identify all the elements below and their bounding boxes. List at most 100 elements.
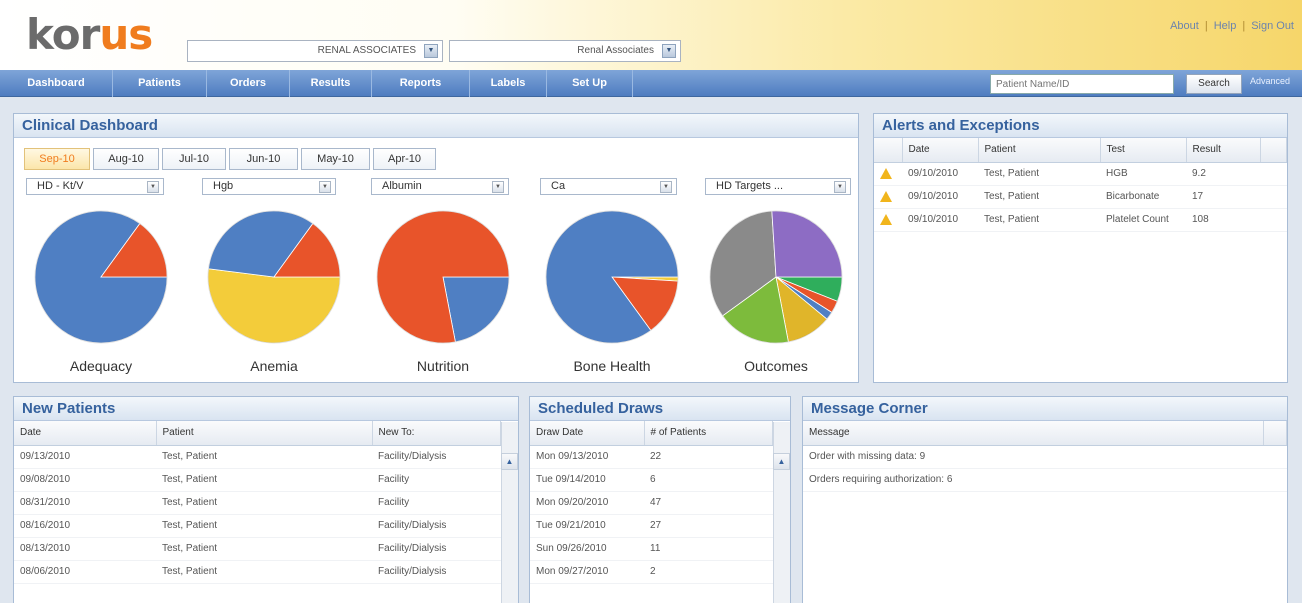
advanced-search-link[interactable]: Advanced xyxy=(1250,76,1290,86)
alert-date: 09/10/2010 xyxy=(902,208,978,232)
anemia-metric-select[interactable]: Hgb ▼ xyxy=(202,178,336,195)
new-patients-table: Date Patient New To: 09/13/2010 Test, Pat… xyxy=(14,421,501,584)
spacer-cell xyxy=(1260,208,1287,232)
warning-cell xyxy=(874,185,902,209)
help-link[interactable]: Help xyxy=(1214,20,1237,32)
new-patient-name: Test, Patient xyxy=(156,514,372,538)
column-header-draw-date[interactable]: Draw Date xyxy=(530,421,645,446)
column-header-test[interactable]: Test xyxy=(1100,138,1187,163)
logo-text-main: kor xyxy=(26,10,100,59)
panel-title: New Patients xyxy=(14,397,518,421)
table-row[interactable]: Order with missing data: 9 xyxy=(803,445,1287,469)
chevron-down-icon[interactable]: ▼ xyxy=(834,181,846,193)
outcomes-pie-chart[interactable] xyxy=(708,209,844,345)
column-header-result[interactable]: Result xyxy=(1186,138,1261,163)
bone-health-metric-value: Ca xyxy=(551,180,566,192)
message-text[interactable]: Orders requiring authorization: 6 xyxy=(803,468,1287,492)
tab-sep-10[interactable]: Sep-10 xyxy=(24,148,90,170)
alert-date: 09/10/2010 xyxy=(902,162,978,186)
organization-select[interactable]: RENAL ASSOCIATES ▼ xyxy=(187,40,443,62)
nav-reports[interactable]: Reports xyxy=(372,70,470,97)
tab-apr-10[interactable]: Apr-10 xyxy=(373,148,436,170)
draw-date: Mon 09/20/2010 xyxy=(530,491,644,515)
chevron-down-icon[interactable]: ▼ xyxy=(319,181,331,193)
scheduled-draws-scrollbar[interactable] xyxy=(773,422,790,603)
table-row[interactable]: Mon 09/20/2010 47 xyxy=(530,491,773,515)
scroll-up-icon[interactable]: ▲ xyxy=(773,453,790,470)
tab-jul-10[interactable]: Jul-10 xyxy=(162,148,226,170)
alert-test: HGB xyxy=(1100,162,1186,186)
outcomes-metric-select[interactable]: HD Targets ... ▼ xyxy=(705,178,851,195)
pie-slice[interactable] xyxy=(771,210,843,278)
draw-count: 6 xyxy=(644,468,773,492)
adequacy-metric-value: HD - Kt/V xyxy=(37,180,84,192)
column-header-date[interactable]: Date xyxy=(902,138,979,163)
column-header-patient[interactable]: Patient xyxy=(156,421,373,446)
new-patient-date: 08/31/2010 xyxy=(14,491,156,515)
table-row[interactable]: 09/10/2010 Test, Patient HGB 9.2 xyxy=(874,162,1287,186)
alert-test: Bicarbonate xyxy=(1100,185,1186,209)
tab-jun-10[interactable]: Jun-10 xyxy=(229,148,298,170)
about-link[interactable]: About xyxy=(1170,20,1199,32)
link-separator: | xyxy=(1204,20,1208,32)
bone-health-pie-chart[interactable] xyxy=(544,209,680,345)
column-header-date[interactable]: Date xyxy=(14,421,157,446)
nav-setup[interactable]: Set Up xyxy=(547,70,633,97)
table-row[interactable]: 09/10/2010 Test, Patient Bicarbonate 17 xyxy=(874,185,1287,209)
adequacy-metric-select[interactable]: HD - Kt/V ▼ xyxy=(26,178,164,195)
message-text[interactable]: Order with missing data: 9 xyxy=(803,445,1287,469)
top-links: About | Help | Sign Out xyxy=(1170,20,1294,32)
column-header-new-to[interactable]: New To: xyxy=(372,421,501,446)
tab-aug-10[interactable]: Aug-10 xyxy=(93,148,159,170)
table-row[interactable]: 09/10/2010 Test, Patient Platelet Count … xyxy=(874,208,1287,232)
table-row[interactable]: Orders requiring authorization: 6 xyxy=(803,468,1287,492)
draw-date: Tue 09/14/2010 xyxy=(530,468,644,492)
bone-health-metric-select[interactable]: Ca ▼ xyxy=(540,178,677,195)
pie-slice[interactable] xyxy=(207,268,341,344)
column-header-patient-count[interactable]: # of Patients xyxy=(644,421,773,446)
search-button[interactable]: Search xyxy=(1186,74,1242,94)
table-row[interactable]: Tue 09/21/2010 27 xyxy=(530,514,773,538)
nutrition-pie-chart[interactable] xyxy=(375,209,511,345)
korus-logo: korus xyxy=(26,14,153,56)
column-header-message[interactable]: Message xyxy=(803,421,1264,446)
app-header: korus RENAL ASSOCIATES ▼ Renal Associate… xyxy=(0,0,1302,70)
table-row[interactable]: 08/31/2010 Test, Patient Facility xyxy=(14,491,501,515)
nav-labels[interactable]: Labels xyxy=(470,70,547,97)
anemia-pie-chart[interactable] xyxy=(206,209,342,345)
adequacy-pie-chart[interactable] xyxy=(33,209,169,345)
chevron-down-icon[interactable]: ▼ xyxy=(147,181,159,193)
scheduled-draws-table: Draw Date # of Patients Mon 09/13/2010 22… xyxy=(530,421,773,584)
panel-title: Alerts and Exceptions xyxy=(874,114,1287,138)
nutrition-metric-select[interactable]: Albumin ▼ xyxy=(371,178,509,195)
table-row[interactable]: Sun 09/26/2010 11 xyxy=(530,537,773,561)
sign-out-link[interactable]: Sign Out xyxy=(1251,20,1294,32)
column-header-patient[interactable]: Patient xyxy=(978,138,1101,163)
organization-select-value: RENAL ASSOCIATES xyxy=(317,45,416,56)
chevron-down-icon[interactable]: ▼ xyxy=(424,44,438,58)
table-row[interactable]: Mon 09/13/2010 22 xyxy=(530,445,773,469)
messages-table: Message Order with missing data: 9 Order… xyxy=(803,421,1287,492)
table-row[interactable]: Tue 09/14/2010 6 xyxy=(530,468,773,492)
patient-search-input[interactable] xyxy=(990,74,1174,94)
facility-select[interactable]: Renal Associates ▼ xyxy=(449,40,681,62)
table-row[interactable]: 08/13/2010 Test, Patient Facility/Dialysis xyxy=(14,537,501,561)
table-row[interactable]: 09/08/2010 Test, Patient Facility xyxy=(14,468,501,492)
chevron-down-icon[interactable]: ▼ xyxy=(492,181,504,193)
new-patient-name: Test, Patient xyxy=(156,491,372,515)
chevron-down-icon[interactable]: ▼ xyxy=(660,181,672,193)
table-row[interactable]: 08/16/2010 Test, Patient Facility/Dialysis xyxy=(14,514,501,538)
nav-orders[interactable]: Orders xyxy=(207,70,290,97)
table-row[interactable]: Mon 09/27/2010 2 xyxy=(530,560,773,584)
spacer-cell xyxy=(1260,162,1287,186)
table-row[interactable]: 09/13/2010 Test, Patient Facility/Dialysis xyxy=(14,445,501,469)
chevron-down-icon[interactable]: ▼ xyxy=(662,44,676,58)
nav-patients[interactable]: Patients xyxy=(113,70,207,97)
nav-results[interactable]: Results xyxy=(290,70,372,97)
table-row[interactable]: 08/06/2010 Test, Patient Facility/Dialysis xyxy=(14,560,501,584)
new-patients-scrollbar[interactable] xyxy=(501,422,518,603)
scroll-up-icon[interactable]: ▲ xyxy=(501,453,518,470)
draw-date: Mon 09/27/2010 xyxy=(530,560,644,584)
nav-dashboard[interactable]: Dashboard xyxy=(0,70,113,97)
tab-may-10[interactable]: May-10 xyxy=(301,148,370,170)
